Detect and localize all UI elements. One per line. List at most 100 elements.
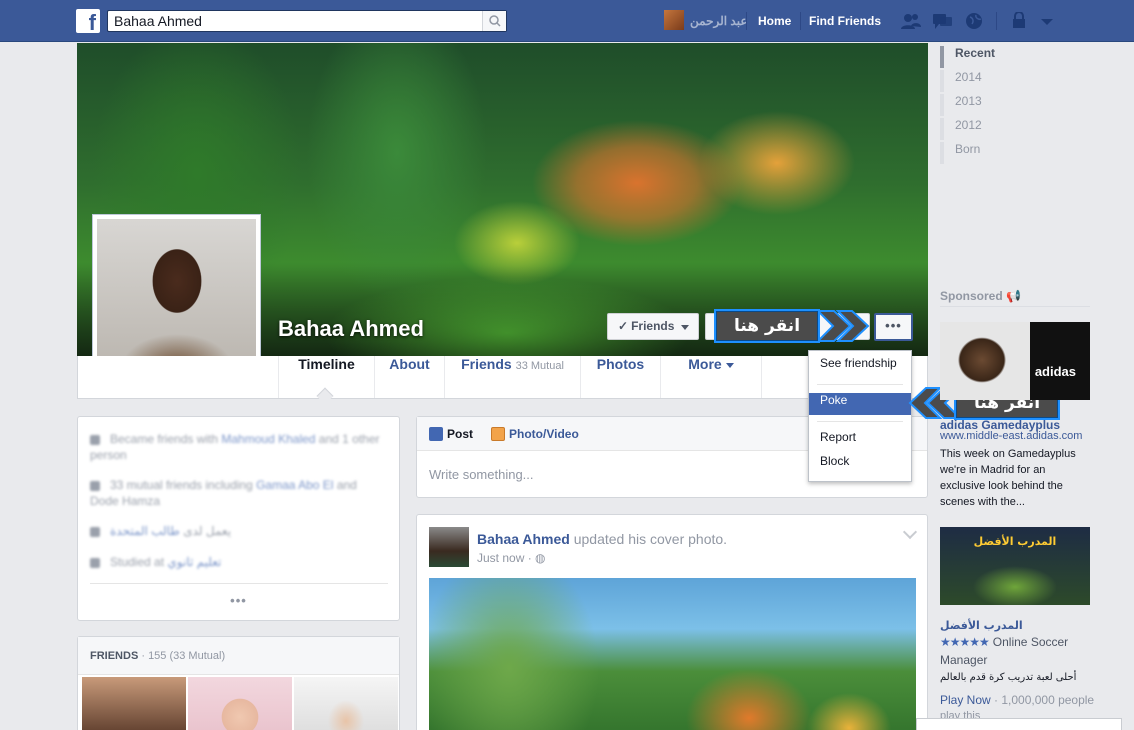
user-name-link[interactable]: عبد الرحمن — [690, 14, 748, 28]
profile-picture-image — [97, 219, 256, 377]
top-bar: f عبد الرحمن Home Find Friends — [0, 0, 1134, 42]
callout-label: انقر هنا — [714, 309, 820, 343]
divider — [90, 583, 388, 584]
composer-tab-photo-label: Photo/Video — [509, 427, 579, 441]
arrow-right-icon — [818, 310, 870, 342]
ad-image-title: المدرب الأفضل — [973, 535, 1057, 548]
find-friends-link[interactable]: Find Friends — [809, 14, 881, 28]
ad-url[interactable]: www.middle-east.adidas.com — [940, 430, 1082, 442]
check-icon: ✓ — [618, 319, 629, 333]
post-author-avatar[interactable] — [429, 527, 469, 567]
friend-requests-icon[interactable] — [900, 12, 921, 30]
menu-item-see-friendship[interactable]: See friendship — [809, 356, 911, 378]
caret-down-icon — [725, 362, 734, 368]
play-now-link[interactable]: Play Now — [940, 693, 991, 707]
post-options-chevron-down-icon[interactable] — [902, 524, 918, 540]
sponsored-header: Sponsored 📢 — [940, 289, 1021, 303]
composer-input[interactable]: Write something... — [429, 467, 534, 482]
education-icon — [90, 557, 100, 568]
tab-friends[interactable]: Friends 33 Mutual — [444, 356, 580, 398]
search-input[interactable] — [108, 11, 478, 31]
intro-link[interactable]: Gamaa Abo El — [256, 478, 333, 492]
friend-thumbnail[interactable] — [188, 677, 292, 730]
friends-button-label: Friends — [631, 319, 675, 333]
chat-sidebar-tab[interactable] — [916, 718, 1122, 730]
ad-title[interactable]: المدرب الأفضل — [940, 619, 1023, 632]
notifications-globe-icon[interactable] — [964, 12, 984, 30]
divider — [996, 12, 997, 30]
intro-row: Studied at تعليم ثانوي — [90, 554, 380, 570]
menu-item-block[interactable]: Block — [809, 454, 911, 476]
profile-options-menu: See friendship Poke Report Block — [808, 350, 912, 482]
ad-rating: ★★★★★ Online Soccer — [940, 635, 1068, 649]
megaphone-icon: 📢 — [1006, 289, 1021, 303]
adidas-logo: adidas — [1034, 364, 1076, 379]
privacy-lock-icon[interactable] — [1010, 11, 1030, 30]
year-item-born[interactable]: Born — [940, 142, 1040, 164]
sponsored-label: Sponsored — [940, 289, 1003, 303]
divider — [746, 12, 747, 30]
profile-name[interactable]: Bahaa Ahmed — [278, 316, 424, 342]
menu-item-poke[interactable]: Poke — [809, 393, 911, 415]
search-button[interactable] — [482, 11, 506, 31]
year-item-recent[interactable]: Recent — [940, 46, 1040, 68]
post-timestamp[interactable]: Just now · ◍ — [477, 551, 546, 565]
profile-nav: Timeline About Friends 33 Mutual Photos … — [77, 356, 928, 399]
tab-about[interactable]: About — [374, 356, 444, 398]
ad-cta: Play Now · 1,000,000 people — [940, 693, 1094, 707]
more-options-button[interactable]: ••• — [874, 313, 913, 341]
intro-more-button[interactable]: ••• — [78, 593, 399, 608]
intro-link[interactable]: Mahmoud Khaled — [221, 432, 315, 446]
ad-image-adidas[interactable]: adidas — [940, 322, 1090, 400]
composer-tab-photo[interactable]: Photo/Video — [491, 427, 579, 441]
post-photo[interactable] — [429, 578, 916, 730]
ad-subtitle: Manager — [940, 653, 988, 667]
search-icon — [489, 15, 501, 27]
divider — [940, 306, 1090, 307]
post-author-link[interactable]: Bahaa Ahmed — [477, 531, 570, 547]
intro-text: 33 mutual friends including — [110, 478, 257, 492]
tab-more[interactable]: More — [660, 356, 762, 398]
friend-thumbnail[interactable] — [82, 677, 186, 730]
globe-icon: ◍ — [535, 551, 546, 565]
home-link[interactable]: Home — [758, 14, 791, 28]
divider — [800, 12, 801, 30]
work-icon — [90, 526, 100, 537]
post-time-text: Just now · — [477, 551, 536, 565]
messages-icon[interactable] — [932, 12, 952, 30]
account-menu-chevron-down-icon[interactable] — [1040, 12, 1060, 30]
intro-link[interactable]: تعليم ثانوي — [167, 555, 221, 569]
ad-image-soccer[interactable]: المدرب الأفضل — [940, 527, 1090, 605]
year-item-2014[interactable]: 2014 — [940, 70, 1040, 92]
menu-item-report[interactable]: Report — [809, 430, 911, 452]
facebook-logo-icon[interactable]: f — [76, 9, 100, 33]
photo-icon — [491, 427, 505, 441]
pencil-icon — [429, 427, 443, 441]
intro-row: يعمل لدى طالب المتحدة — [90, 523, 380, 539]
friend-thumbnail[interactable] — [294, 677, 398, 730]
year-item-2012[interactable]: 2012 — [940, 118, 1040, 140]
intro-text: يعمل لدى — [179, 524, 232, 538]
friends-button[interactable]: ✓ Friends — [607, 313, 699, 340]
intro-row: Became friends with Mahmoud Khaled and 1… — [90, 431, 380, 463]
timeline-post: Bahaa Ahmed updated his cover photo. Jus… — [416, 514, 928, 730]
tab-photos[interactable]: Photos — [580, 356, 660, 398]
divider — [817, 421, 903, 422]
post-action: updated his cover photo. — [569, 531, 728, 547]
friends-box-title[interactable]: FRIENDS — [90, 650, 138, 662]
friends-box-header: FRIENDS · 155 (33 Mutual) — [78, 637, 399, 675]
intro-row: 33 mutual friends including Gamaa Abo El… — [90, 477, 380, 509]
ad-rating-text: Online Soccer — [992, 635, 1069, 649]
year-item-2013[interactable]: 2013 — [940, 94, 1040, 116]
composer-tab-post-label: Post — [447, 427, 474, 441]
friends-box: FRIENDS · 155 (33 Mutual) — [77, 636, 400, 730]
rating-stars-icon: ★★★★★ — [940, 635, 990, 649]
friends-box-count: · 155 (33 Mutual) — [141, 650, 226, 662]
composer-tab-post[interactable]: Post — [429, 427, 473, 441]
intro-link[interactable]: طالب المتحدة — [110, 524, 180, 538]
intro-text: Became friends with — [110, 432, 222, 446]
post-header: Bahaa Ahmed updated his cover photo. — [477, 531, 727, 547]
friends-icon — [90, 434, 100, 445]
user-avatar[interactable] — [664, 10, 684, 30]
divider — [817, 384, 903, 385]
